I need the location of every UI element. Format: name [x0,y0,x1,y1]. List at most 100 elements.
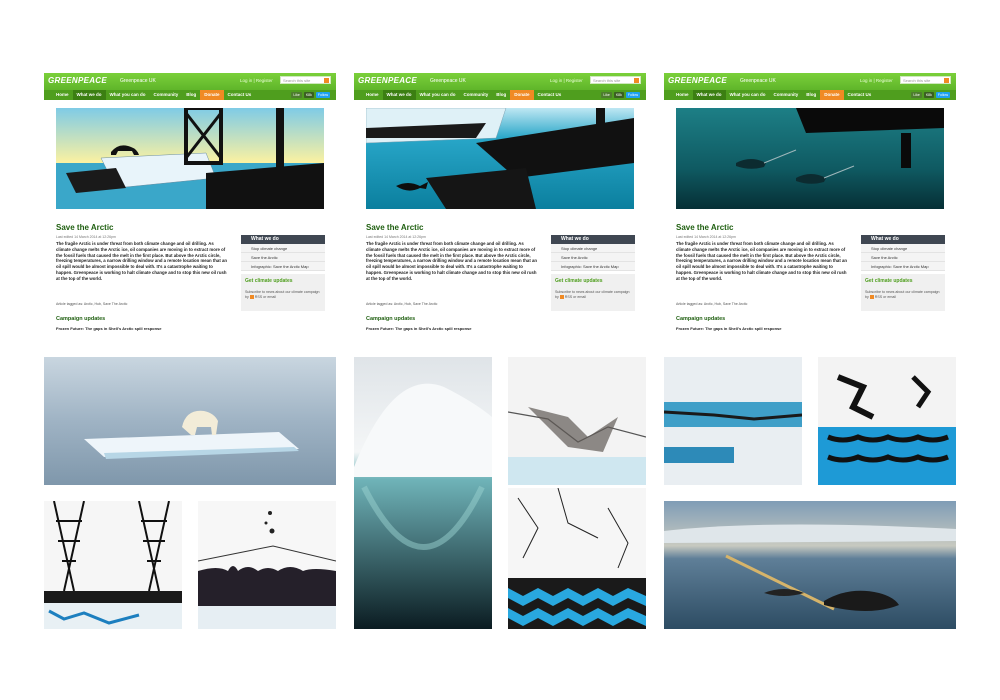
nav-donate[interactable]: Donate [820,90,844,100]
sidebar-item-save-the-arctic[interactable]: Save the Arctic [861,253,945,262]
login-link[interactable]: Log in | Register [860,78,893,83]
nav-blog[interactable]: Blog [182,90,200,100]
article-body: The fragile Arctic is under threat from … [366,241,537,281]
country-selector[interactable]: Greenpeace UK [430,78,466,84]
campaign-link[interactable]: Frozen Future: The gaps in Shell's Arcti… [366,326,472,331]
nav-community[interactable]: Community [460,90,493,100]
nav-what-you-can-do[interactable]: What you can do [416,90,460,100]
campaign-updates-heading: Campaign updates [56,316,106,322]
search-icon[interactable] [324,78,329,83]
sidebar-item-save-the-arctic[interactable]: Save the Arctic [241,253,325,262]
article-tags[interactable]: Article tagged as: Arctic, Hub, Save The… [676,302,747,306]
page-title: Save the Arctic [56,223,114,232]
sidebar: What we do Stop climate change Save the … [861,235,945,311]
climate-updates-text: Subscribe to news about our climate camp… [245,290,321,300]
nav-donate[interactable]: Donate [510,90,534,100]
rss-email-link[interactable]: RSS or email [875,295,896,299]
last-edited: Last edited 14 March 2014 at 12:26pm [676,235,736,239]
zigzag-reflection-artwork [818,357,956,485]
like-button[interactable]: Like [601,92,612,98]
social-buttons: Like K8k Follow [291,92,330,98]
article-tags[interactable]: Article tagged as: Arctic, Hub, Save The… [366,302,437,306]
nav-what-we-do[interactable]: What we do [692,90,726,100]
sidebar-item-stop-climate-change[interactable]: Stop climate change [241,244,325,253]
climate-updates-title: Get climate updates [555,278,603,284]
nav-what-you-can-do[interactable]: What you can do [106,90,150,100]
campaign-link[interactable]: Frozen Future: The gaps in Shell's Arcti… [676,326,782,331]
rss-email-link[interactable]: RSS or email [565,295,586,299]
rss-email-link[interactable]: RSS or email [255,295,276,299]
nav-contact[interactable]: Contact Us [534,90,566,100]
climate-updates-box: Get climate updates Subscribe to news ab… [241,274,325,311]
nav-community[interactable]: Community [770,90,803,100]
article-body: The fragile Arctic is under threat from … [676,241,847,281]
sidebar-item-infographic[interactable]: Infographic: Save the Arctic Map [551,262,635,271]
sidebar-item-stop-climate-change[interactable]: Stop climate change [861,244,945,253]
article-tags[interactable]: Article tagged as: Arctic, Hub, Save The… [56,302,127,306]
follow-button[interactable]: Follow [315,92,330,98]
oil-spill-artwork [198,501,336,629]
country-selector[interactable]: Greenpeace UK [740,78,776,84]
nav-contact[interactable]: Contact Us [224,90,256,100]
iceberg-photo [354,357,492,629]
search-input[interactable]: Search this site [280,76,331,84]
like-button[interactable]: Like [291,92,302,98]
last-edited: Last edited 14 March 2014 at 12:26pm [366,235,426,239]
rss-icon[interactable] [869,295,874,300]
campaign-link[interactable]: Frozen Future: The gaps in Shell's Arcti… [56,326,162,331]
rss-icon[interactable] [559,295,564,300]
nav-contact[interactable]: Contact Us [844,90,876,100]
nav-community[interactable]: Community [150,90,183,100]
sidebar-item-infographic[interactable]: Infographic: Save the Arctic Map [861,262,945,271]
climate-updates-text: Subscribe to news about our climate camp… [865,290,941,300]
top-bar: GREENPEACE Greenpeace UK Log in | Regist… [664,73,956,90]
nav-what-we-do[interactable]: What we do [382,90,416,100]
website-mockup-3: GREENPEACE Greenpeace UK Log in | Regist… [664,73,956,335]
search-input[interactable]: Search this site [900,76,951,84]
search-icon[interactable] [944,78,949,83]
nav-home[interactable]: Home [362,90,383,100]
nav-home[interactable]: Home [52,90,73,100]
nav-blog[interactable]: Blog [492,90,510,100]
greenpeace-logo[interactable]: GREENPEACE [668,76,727,85]
like-count: K8k [923,92,934,98]
social-buttons: Like K8k Follow [601,92,640,98]
login-link[interactable]: Log in | Register [550,78,583,83]
portfolio-board: GREENPEACE Greenpeace UK Log in | Regist… [0,0,1000,700]
climate-updates-title: Get climate updates [245,278,293,284]
like-button[interactable]: Like [911,92,922,98]
nav-what-we-do[interactable]: What we do [72,90,106,100]
article-body: The fragile Arctic is under threat from … [56,241,227,281]
search-placeholder: Search this site [903,78,931,83]
campaign-updates-heading: Campaign updates [676,316,726,322]
nav-what-you-can-do[interactable]: What you can do [726,90,770,100]
search-placeholder: Search this site [593,78,621,83]
like-count: K8k [303,92,314,98]
nav-donate[interactable]: Donate [200,90,224,100]
follow-button[interactable]: Follow [935,92,950,98]
greenpeace-logo[interactable]: GREENPEACE [358,76,417,85]
rss-icon[interactable] [249,295,254,300]
greenpeace-logo[interactable]: GREENPEACE [48,76,107,85]
page-title: Save the Arctic [366,223,424,232]
like-count: K8k [613,92,624,98]
top-bar: GREENPEACE Greenpeace UK Log in | Regist… [44,73,336,90]
login-link[interactable]: Log in | Register [240,78,273,83]
climate-updates-box: Get climate updates Subscribe to news ab… [861,274,945,311]
campaign-updates-heading: Campaign updates [366,316,416,322]
follow-button[interactable]: Follow [625,92,640,98]
sidebar-item-infographic[interactable]: Infographic: Save the Arctic Map [241,262,325,271]
hero-illustration-bear [56,108,324,209]
nav-blog[interactable]: Blog [802,90,820,100]
search-input[interactable]: Search this site [590,76,641,84]
sidebar-heading: What we do [241,235,325,244]
sidebar-heading: What we do [551,235,635,244]
search-icon[interactable] [634,78,639,83]
country-selector[interactable]: Greenpeace UK [120,78,156,84]
sidebar-item-stop-climate-change[interactable]: Stop climate change [551,244,635,253]
website-mockup-1: GREENPEACE Greenpeace UK Log in | Regist… [44,73,336,335]
website-mockup-2: GREENPEACE Greenpeace UK Log in | Regist… [354,73,646,335]
sidebar-heading: What we do [861,235,945,244]
nav-home[interactable]: Home [672,90,693,100]
sidebar-item-save-the-arctic[interactable]: Save the Arctic [551,253,635,262]
